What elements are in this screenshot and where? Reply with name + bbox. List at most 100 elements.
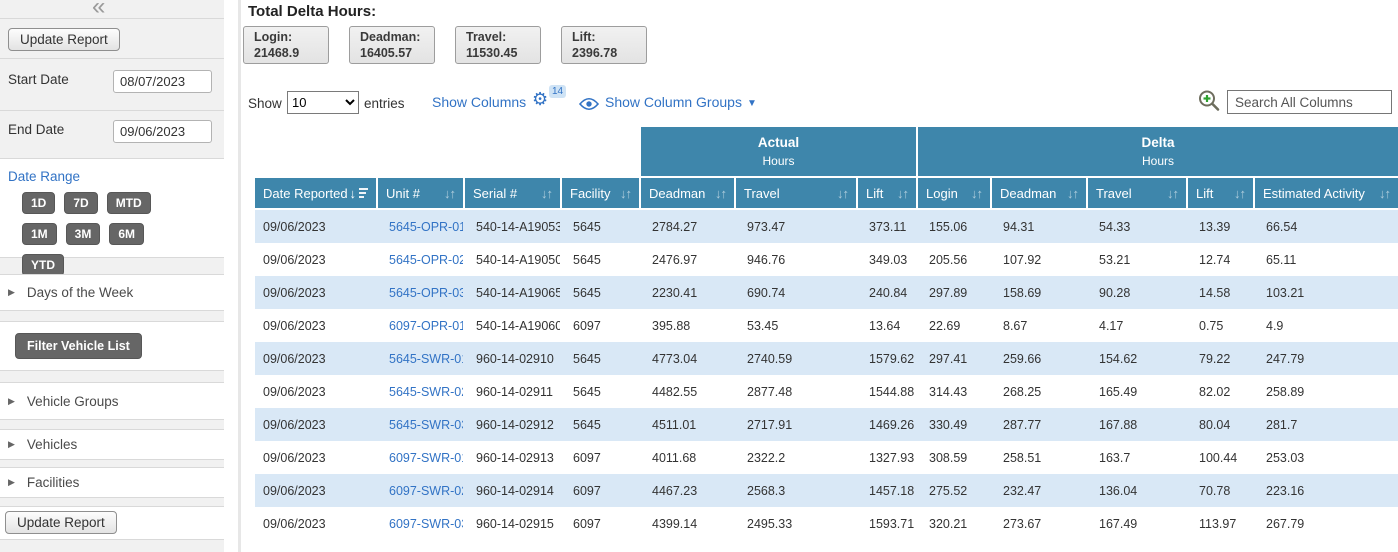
column-header-serial[interactable]: Serial #↓↑	[463, 178, 560, 210]
group-title: Actual	[641, 135, 916, 150]
cell-estimated-activity: 253.03	[1253, 441, 1398, 474]
sidebar: « Update Report Start Date End Date Date…	[0, 0, 224, 552]
cell-lift: 349.03	[856, 243, 916, 276]
cell-date-reported: 09/06/2023	[255, 408, 376, 441]
column-header-lift[interactable]: Lift↓↑	[856, 178, 916, 210]
date-range-1m[interactable]: 1M	[22, 223, 57, 245]
column-label: Deadman	[649, 186, 705, 201]
column-header-travel[interactable]: Travel↓↑	[1086, 178, 1186, 210]
column-header-lift[interactable]: Lift↓↑	[1186, 178, 1253, 210]
columns-count-badge: 14	[549, 85, 566, 98]
column-header-facility[interactable]: Facility↓↑	[560, 178, 639, 210]
column-label: Date Reported	[263, 186, 348, 201]
unit-link[interactable]: 5645-OPR-02	[389, 253, 463, 267]
end-date-label: End Date	[8, 122, 64, 137]
unit-link[interactable]: 6097-SWR-03	[389, 517, 463, 531]
sort-icon: ↓↑	[1167, 186, 1178, 201]
sort-icon: ↓↑	[1234, 186, 1245, 201]
cell-travel: 167.49	[1086, 507, 1186, 540]
unit-link[interactable]: 5645-SWR-02	[389, 385, 463, 399]
cell-travel: 167.88	[1086, 408, 1186, 441]
vehicles-section[interactable]: ▶ Vehicles	[0, 429, 224, 460]
date-range-1d[interactable]: 1D	[22, 192, 55, 214]
search-input[interactable]	[1227, 90, 1392, 114]
column-header-estimated-activity[interactable]: Estimated Activity↓↑	[1253, 178, 1398, 210]
chevron-right-icon: ▶	[8, 439, 15, 450]
date-range-6m[interactable]: 6M	[109, 223, 144, 245]
cell-unit: 5645-OPR-01	[376, 210, 463, 243]
entries-label: entries	[364, 96, 405, 111]
vehicle-groups-section[interactable]: ▶ Vehicle Groups	[0, 382, 224, 420]
cell-deadman: 107.92	[990, 243, 1086, 276]
update-report-button-bottom[interactable]: Update Report	[5, 511, 117, 534]
cell-travel: 90.28	[1086, 276, 1186, 309]
column-header-deadman[interactable]: Deadman↓↑	[990, 178, 1086, 210]
cell-deadman: 4482.55	[639, 375, 734, 408]
date-range-mtd[interactable]: MTD	[107, 192, 151, 214]
column-header-unit[interactable]: Unit #↓↑	[376, 178, 463, 210]
unit-link[interactable]: 5645-SWR-01	[389, 352, 463, 366]
cell-login: 205.56	[916, 243, 990, 276]
cell-travel: 973.47	[734, 210, 856, 243]
stat-value: 21468.9	[254, 45, 318, 61]
cell-travel: 53.21	[1086, 243, 1186, 276]
vehicle-groups-label: Vehicle Groups	[27, 394, 119, 409]
days-of-week-section[interactable]: ▶ Days of the Week	[0, 274, 224, 311]
show-column-groups-link[interactable]: Show Column Groups▼	[605, 94, 757, 110]
show-label: Show	[248, 96, 282, 111]
column-header-deadman[interactable]: Deadman↓↑	[639, 178, 734, 210]
cell-date-reported: 09/06/2023	[255, 441, 376, 474]
entries-select[interactable]: 10	[287, 91, 359, 114]
filter-vehicle-list-button[interactable]: Filter Vehicle List	[15, 333, 142, 359]
cell-estimated-activity: 223.16	[1253, 474, 1398, 507]
cell-facility: 5645	[560, 243, 639, 276]
table-row: 09/06/20235645-SWR-01960-14-029105645477…	[255, 342, 1398, 375]
stat-value: 16405.57	[360, 45, 424, 61]
start-date-field[interactable]	[113, 70, 212, 93]
bottom-panel: Update Report	[0, 506, 224, 540]
gear-icon[interactable]: ⚙	[532, 89, 548, 110]
cell-serial: 960-14-02915	[463, 507, 560, 540]
column-header-travel[interactable]: Travel ↓↑	[734, 178, 856, 210]
cell-travel: 2495.33	[734, 507, 856, 540]
group-header-actual: ActualHours	[639, 127, 916, 178]
unit-link[interactable]: 6097-SWR-02	[389, 484, 463, 498]
column-header-login[interactable]: Login↓↑	[916, 178, 990, 210]
cell-unit: 5645-SWR-02	[376, 375, 463, 408]
facilities-section[interactable]: ▶ Facilities	[0, 467, 224, 498]
unit-link[interactable]: 6097-SWR-01	[389, 451, 463, 465]
cell-travel: 53.45	[734, 309, 856, 342]
sort-icon: ↓↑	[837, 186, 848, 201]
stat-label: Travel:	[466, 29, 530, 45]
column-header-date-reported[interactable]: Date Reported↓	[255, 178, 376, 210]
table-row: 09/06/20236097-SWR-01960-14-029136097401…	[255, 441, 1398, 474]
total-delta-stats: Login:21468.9Deadman:16405.57Travel:1153…	[243, 26, 667, 64]
date-range-3m[interactable]: 3M	[66, 223, 101, 245]
search-plus-icon[interactable]	[1197, 89, 1221, 118]
column-label: Lift	[866, 186, 883, 201]
group-header-spacer	[255, 127, 639, 178]
cell-date-reported: 09/06/2023	[255, 507, 376, 540]
update-report-button-top[interactable]: Update Report	[8, 28, 120, 51]
column-label: Facility	[570, 186, 610, 201]
column-label: Travel	[744, 186, 780, 201]
sidebar-scrollbar[interactable]	[238, 0, 241, 552]
cell-date-reported: 09/06/2023	[255, 375, 376, 408]
unit-link[interactable]: 6097-OPR-01	[389, 319, 463, 333]
unit-link[interactable]: 5645-SWR-03	[389, 418, 463, 432]
sort-icon: ↓↑	[1067, 186, 1078, 201]
date-range-7d[interactable]: 7D	[64, 192, 97, 214]
end-date-field[interactable]	[113, 120, 212, 143]
cell-deadman: 4011.68	[639, 441, 734, 474]
cell-estimated-activity: 65.11	[1253, 243, 1398, 276]
show-columns-link[interactable]: Show Columns	[432, 94, 526, 110]
cell-facility: 5645	[560, 342, 639, 375]
cell-deadman: 273.67	[990, 507, 1086, 540]
cell-login: 297.89	[916, 276, 990, 309]
column-label: Unit #	[386, 186, 420, 201]
table-row: 09/06/20235645-OPR-03540-14-A19065564522…	[255, 276, 1398, 309]
date-range-label: Date Range	[8, 169, 80, 184]
unit-link[interactable]: 5645-OPR-03	[389, 286, 463, 300]
unit-link[interactable]: 5645-OPR-01	[389, 220, 463, 234]
date-range-ytd[interactable]: YTD	[22, 254, 64, 276]
